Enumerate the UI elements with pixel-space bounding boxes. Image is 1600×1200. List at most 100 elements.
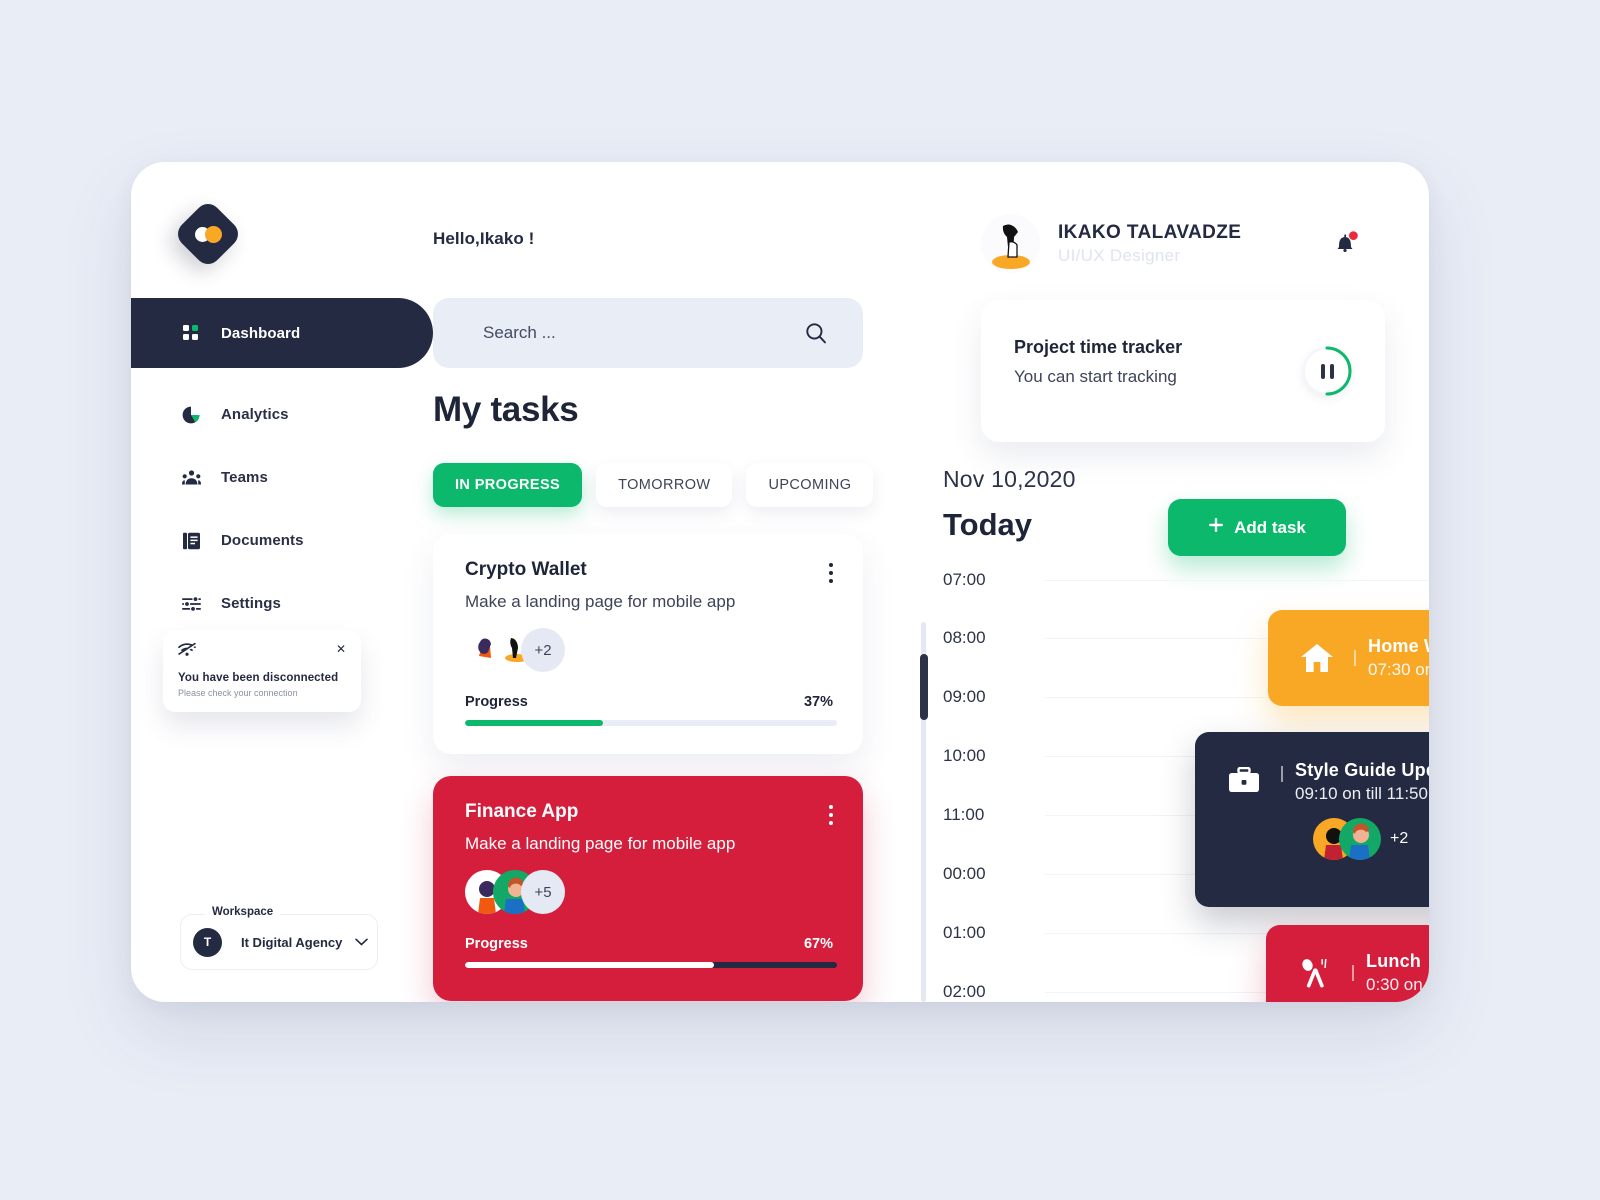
event-time: 0:30 on till 01:30 [1366, 975, 1429, 994]
event-title: Style Guide Update [1295, 760, 1429, 780]
event-divider [1281, 766, 1283, 782]
tab-in-progress[interactable]: IN PROGRESS [433, 463, 583, 507]
more-vertical-icon[interactable] [829, 559, 833, 583]
progress-percent: 67% [803, 936, 833, 952]
task-card[interactable]: Crypto Wallet Make a landing page for mo… [433, 534, 863, 754]
hour-label: 07:00 [943, 570, 986, 589]
workspace-label: Workspace [205, 906, 281, 918]
hour-label: 00:00 [943, 864, 986, 883]
more-vertical-icon[interactable] [829, 801, 833, 825]
progress-label: Progress [465, 694, 528, 710]
progress-bar-fill [465, 720, 603, 726]
sidebar-item-label: Dashboard [221, 324, 301, 342]
chevron-down-icon [355, 933, 369, 951]
hour-label: 10:00 [943, 746, 986, 765]
tracker-pause-button[interactable] [1302, 346, 1352, 396]
document-icon [181, 531, 201, 551]
right-panel: IKAKO TALAVADZE UI/UX Designer Project t… [943, 162, 1429, 1002]
sidebar-item-label: Analytics [221, 406, 289, 423]
disconnected-toast: ✕ You have been disconnected Please chec… [163, 630, 361, 712]
profile-name: IKAKO TALAVADZE [1058, 221, 1242, 243]
tab-tomorrow[interactable]: TOMORROW [596, 463, 733, 507]
task-description: Make a landing page for mobile app [465, 592, 736, 611]
schedule-timeline: 07:00 08:00 09:00 10:00 11:00 00:00 01:0… [943, 570, 1429, 1002]
sidebar-item-analytics[interactable]: Analytics [131, 394, 433, 435]
close-icon[interactable]: ✕ [336, 643, 346, 655]
logo-dot-orange [204, 225, 222, 243]
schedule-event[interactable]: Lunch 0:30 on till 01:30 [1266, 925, 1429, 1002]
task-members: +5 [465, 870, 833, 914]
search-input[interactable] [483, 323, 805, 343]
hour-label: 08:00 [943, 628, 986, 647]
sidebar-item-label: Documents [221, 532, 304, 549]
progress-percent: 37% [803, 694, 833, 710]
briefcase-icon [1225, 762, 1263, 800]
schedule-event[interactable]: Home Workout 07:30 on till 8:30 [1268, 610, 1429, 706]
event-time: 09:10 on till 11:50 [1295, 784, 1428, 803]
greeting: Hello,Ikako ! [433, 229, 535, 248]
cutlery-icon [1296, 954, 1334, 992]
extra-members-badge: +5 [521, 870, 565, 914]
sidebar: Dashboard Analytics Teams Documents Sett… [131, 162, 433, 1002]
tab-upcoming[interactable]: UPCOMING [746, 463, 874, 507]
add-task-label: Add task [1234, 517, 1306, 537]
app-window: Dashboard Analytics Teams Documents Sett… [131, 162, 1429, 1002]
sliders-icon [181, 594, 201, 614]
bell-icon[interactable] [1333, 230, 1359, 262]
wifi-off-icon [177, 642, 197, 662]
task-members: +2 [465, 628, 833, 672]
search-icon[interactable] [805, 322, 827, 344]
schedule-today-label: Today [943, 507, 1032, 542]
timeline-hour-row: 07:00 [943, 570, 1429, 589]
progress-bar [465, 720, 837, 726]
search-bar[interactable] [433, 298, 863, 368]
hour-label: 01:00 [943, 923, 986, 942]
hour-label: 11:00 [943, 805, 985, 824]
event-time: 07:30 on till 8:30 [1368, 660, 1429, 679]
extra-members-badge: +2 [521, 628, 565, 672]
pie-chart-icon [181, 405, 201, 425]
screen: Dashboard Analytics Teams Documents Sett… [0, 0, 1600, 1200]
task-card[interactable]: Finance App Make a landing page for mobi… [433, 776, 863, 1001]
avatar [981, 214, 1040, 273]
grid-icon [181, 323, 201, 343]
progress-bar [465, 962, 837, 968]
event-title: Home Workout [1368, 636, 1429, 656]
workspace-selector[interactable]: Workspace T It Digital Agency [180, 906, 378, 970]
event-divider [1354, 650, 1356, 666]
sidebar-item-label: Settings [221, 595, 281, 612]
hour-label: 09:00 [943, 687, 986, 706]
project-time-tracker-card: Project time tracker You can start track… [981, 300, 1385, 442]
avatar [1339, 818, 1381, 860]
task-tabs: IN PROGRESS TOMORROW UPCOMING [433, 463, 887, 507]
profile[interactable]: IKAKO TALAVADZE UI/UX Designer [981, 214, 1241, 273]
toast-title: You have been disconnected [178, 672, 339, 684]
profile-role: UI/UX Designer [1058, 245, 1181, 265]
hour-label: 02:00 [943, 982, 986, 1001]
progress-label: Progress [465, 936, 528, 952]
home-icon [1298, 639, 1336, 677]
task-title: Crypto Wallet [465, 559, 587, 580]
sidebar-item-label: Teams [221, 469, 268, 486]
hour-gridline [1045, 580, 1429, 581]
page-title: My tasks [433, 390, 579, 429]
schedule-event[interactable]: Style Guide Update 09:10 on till 11:50 [1195, 732, 1429, 907]
event-members: +2 [1313, 818, 1429, 860]
vertical-scrollbar[interactable] [920, 622, 928, 1002]
workspace-name: It Digital Agency [241, 934, 343, 950]
sidebar-item-teams[interactable]: Teams [131, 457, 433, 498]
workspace-avatar: T [193, 927, 222, 957]
task-description: Make a landing page for mobile app [465, 834, 736, 853]
main-content: Hello,Ikako ! My tasks IN PROGRESS TOMOR… [433, 162, 923, 1002]
people-icon [181, 468, 201, 488]
sidebar-item-settings[interactable]: Settings [131, 583, 433, 624]
sidebar-item-dashboard[interactable]: Dashboard [131, 298, 433, 368]
sidebar-item-documents[interactable]: Documents [131, 520, 433, 561]
scrollbar-thumb[interactable] [920, 654, 928, 720]
plus-icon [1208, 517, 1224, 538]
extra-members-badge: +2 [1390, 830, 1409, 847]
add-task-button[interactable]: Add task [1168, 499, 1346, 556]
app-logo-icon [172, 198, 244, 270]
schedule-date: Nov 10,2020 [943, 466, 1076, 492]
event-title: Lunch [1366, 951, 1421, 971]
